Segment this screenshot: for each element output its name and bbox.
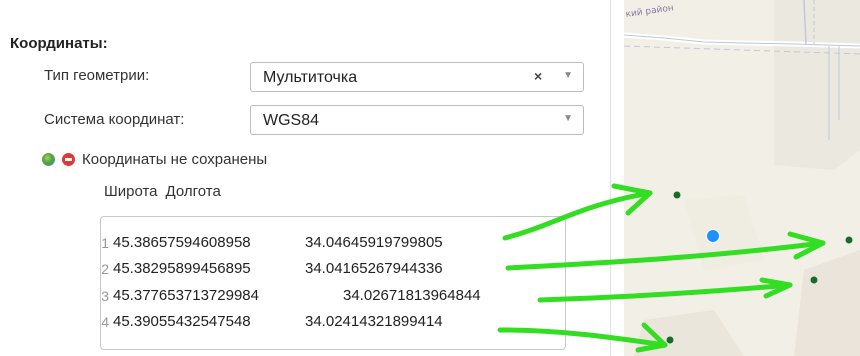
geometry-type-value: Мультиточка [263, 69, 358, 86]
coordinate-system-select[interactable]: WGS84 ▼ [250, 105, 584, 135]
longitude-header: Долгота [165, 183, 221, 200]
coordinates-textarea[interactable]: 1 45.38657594608958 34.04645919799805 2 … [100, 216, 566, 350]
map-view[interactable]: кий район [624, 0, 860, 356]
line-number: 2 [101, 261, 109, 277]
line-number: 3 [101, 288, 109, 304]
line-number: 4 [101, 314, 109, 330]
longitude-value: 34.04165267944336 [305, 260, 443, 277]
latitude-value: 45.377653713729984 [113, 287, 259, 304]
clear-icon[interactable]: × [534, 68, 542, 84]
latitude-value: 45.38295899456895 [113, 260, 251, 277]
longitude-value: 34.02671813964844 [343, 287, 481, 304]
globe-icon[interactable] [42, 153, 55, 166]
map-marker[interactable] [666, 336, 674, 344]
latitude-value: 45.38657594608958 [113, 234, 251, 251]
map-marker[interactable] [673, 191, 681, 199]
chevron-down-icon[interactable]: ▼ [563, 70, 573, 81]
longitude-value: 34.04645919799805 [305, 234, 443, 251]
latitude-value: 45.39055432547548 [113, 313, 251, 330]
column-headers: Широта Долгота [104, 183, 229, 200]
status-text: Координаты не сохранены [82, 151, 268, 168]
longitude-value: 34.02414321899414 [305, 313, 443, 330]
line-number: 1 [101, 235, 109, 251]
map-marker[interactable] [810, 276, 818, 284]
chevron-down-icon[interactable]: ▼ [563, 113, 573, 124]
stop-icon[interactable] [62, 153, 75, 166]
map-canvas[interactable]: кий район [624, 0, 860, 356]
location-marker[interactable] [706, 229, 720, 243]
coordinate-system-label: Система координат: [44, 111, 185, 128]
coordinate-system-value: WGS84 [263, 112, 320, 129]
coordinates-panel: Координаты: Тип геометрии: Мультиточка ×… [0, 0, 610, 356]
geometry-type-label: Тип геометрии: [44, 67, 150, 84]
section-title: Координаты: [10, 35, 108, 52]
geometry-type-select[interactable]: Мультиточка × ▼ [250, 62, 584, 92]
latitude-header: Широта [104, 183, 158, 200]
map-marker[interactable] [845, 236, 853, 244]
panel-divider [610, 0, 611, 356]
